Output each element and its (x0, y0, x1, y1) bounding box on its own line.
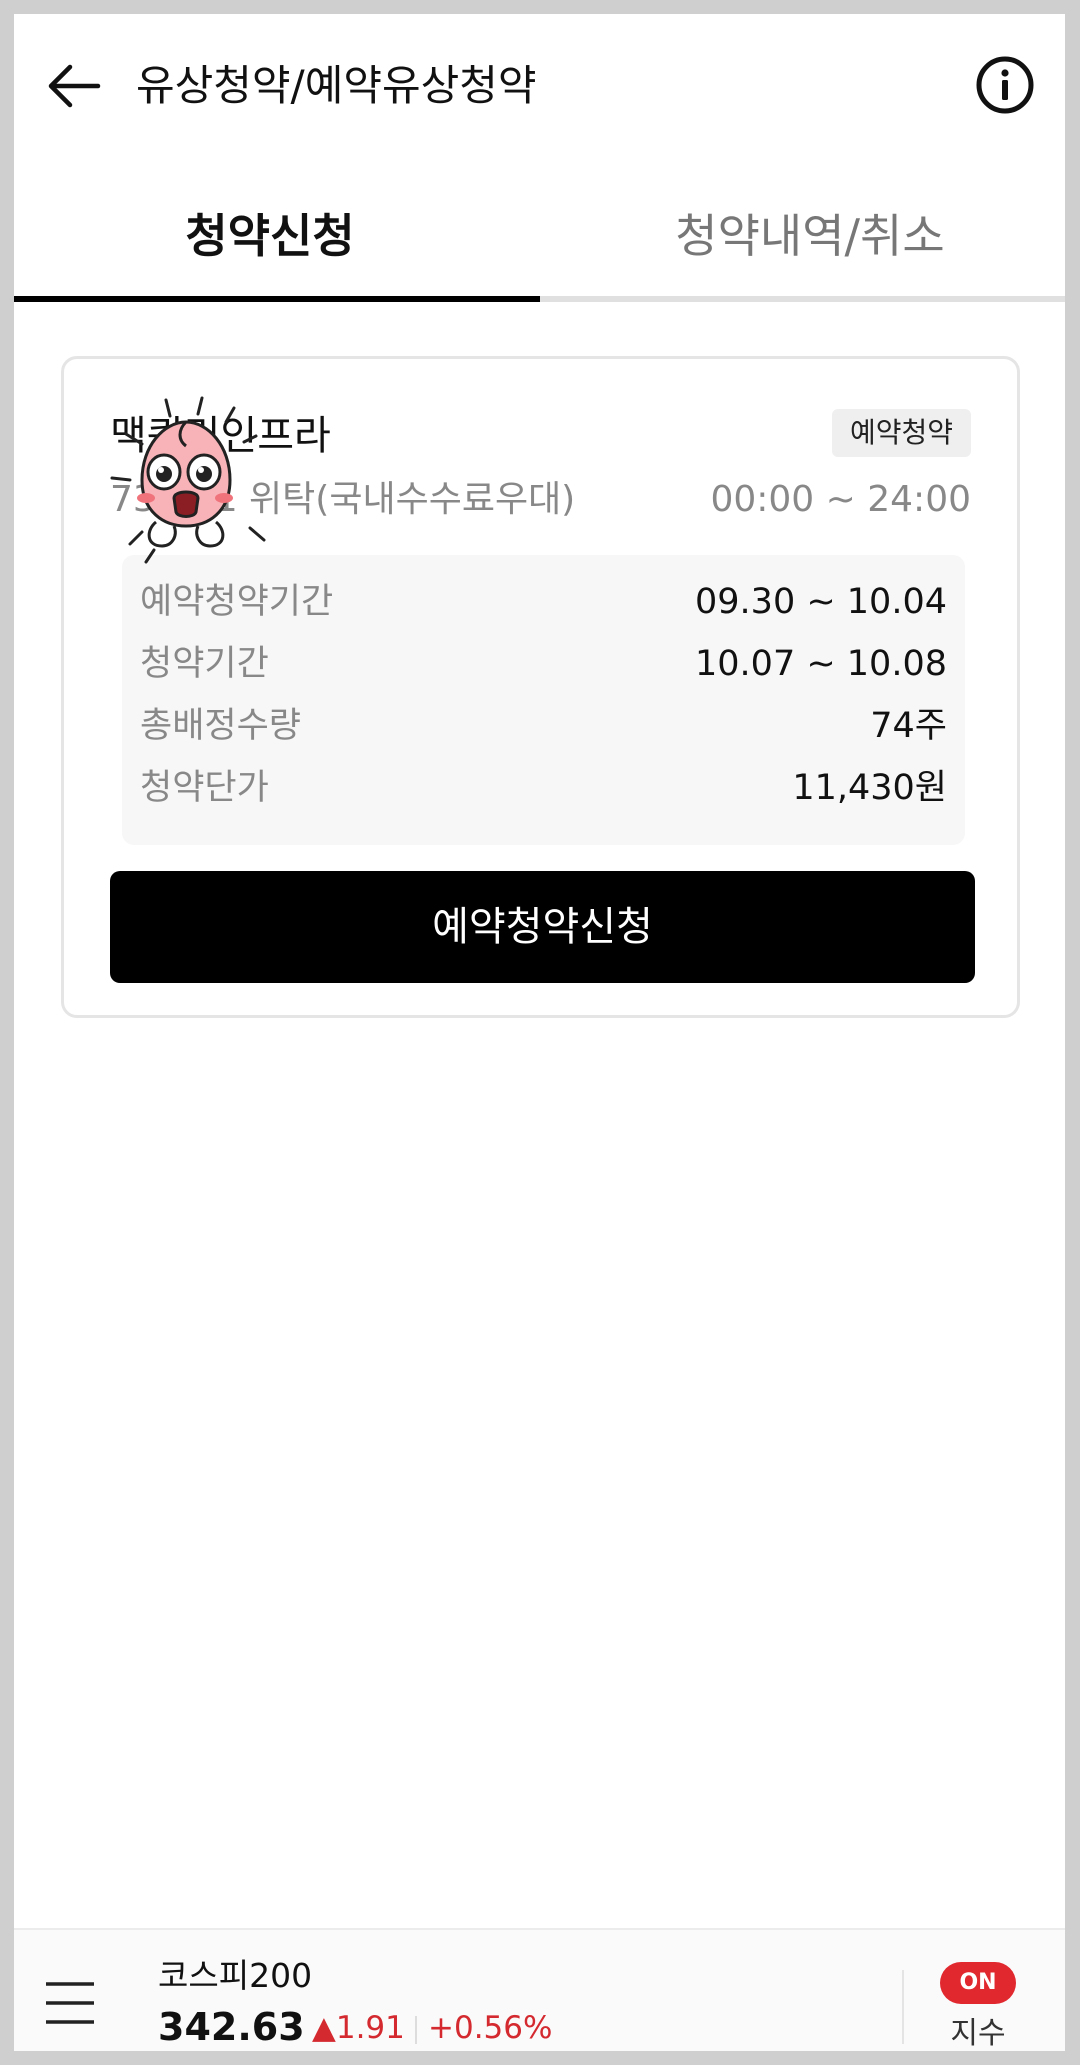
detail-label: 총배정수량 (140, 706, 302, 746)
hamburger-menu-icon (46, 1982, 94, 2024)
app-screen: 유상청약/예약유상청약 청약신청 청약내역/취소 맥쿼리인프라 예약청약 73…… (14, 14, 1065, 2051)
reservation-apply-button[interactable]: 예약청약신청 (110, 871, 975, 983)
menu-button[interactable] (42, 1980, 98, 2026)
reservation-badge: 예약청약 (831, 409, 971, 457)
index-name[interactable]: 코스피200 (158, 1954, 312, 1998)
detail-label: 예약청약기간 (140, 582, 334, 622)
index-value: 342.63 (158, 2005, 305, 2049)
index-change-percent: +0.56% (428, 2010, 553, 2046)
index-toggle-on-badge[interactable]: ON (940, 1962, 1016, 2004)
tab-subscription-history[interactable]: 청약내역/취소 (540, 174, 1065, 298)
back-button[interactable] (44, 54, 104, 114)
bottom-index-bar: 코스피200 342.63 ▲1.91 +0.56% ON 지수 (14, 1928, 1065, 2051)
detail-value: 11,430원 (792, 768, 947, 808)
info-button[interactable] (974, 54, 1036, 116)
detail-value: 10.07 ~ 10.08 (695, 644, 947, 684)
index-toggle-label[interactable]: 지수 (940, 2014, 1016, 2051)
change-divider (415, 2016, 417, 2044)
info-circle-icon (976, 56, 1034, 114)
tab-subscription-apply[interactable]: 청약신청 (14, 174, 540, 298)
detail-label: 청약단가 (140, 768, 269, 808)
tab-bar: 청약신청 청약내역/취소 (14, 174, 1065, 302)
index-change: ▲1.91 (312, 2010, 405, 2046)
detail-label: 청약기간 (140, 644, 269, 684)
detail-row: 청약단가 11,430원 (122, 757, 965, 819)
detail-value: 74주 (870, 706, 947, 746)
subscription-details: 예약청약기간 09.30 ~ 10.04 청약기간 10.07 ~ 10.08 … (122, 555, 965, 845)
page-title: 유상청약/예약유상청약 (136, 61, 537, 110)
detail-row: 청약기간 10.07 ~ 10.08 (122, 633, 965, 695)
bar-divider (902, 1970, 904, 2044)
detail-value: 09.30 ~ 10.04 (695, 582, 947, 622)
detail-row: 총배정수량 74주 (122, 695, 965, 757)
available-hours: 00:00 ~ 24:00 (710, 479, 971, 520)
header: 유상청약/예약유상청약 (14, 14, 1065, 154)
arrow-left-icon (48, 64, 101, 108)
tab-underline (540, 296, 1065, 302)
peach-sticker-icon (110, 396, 266, 564)
active-tab-indicator (14, 296, 540, 302)
